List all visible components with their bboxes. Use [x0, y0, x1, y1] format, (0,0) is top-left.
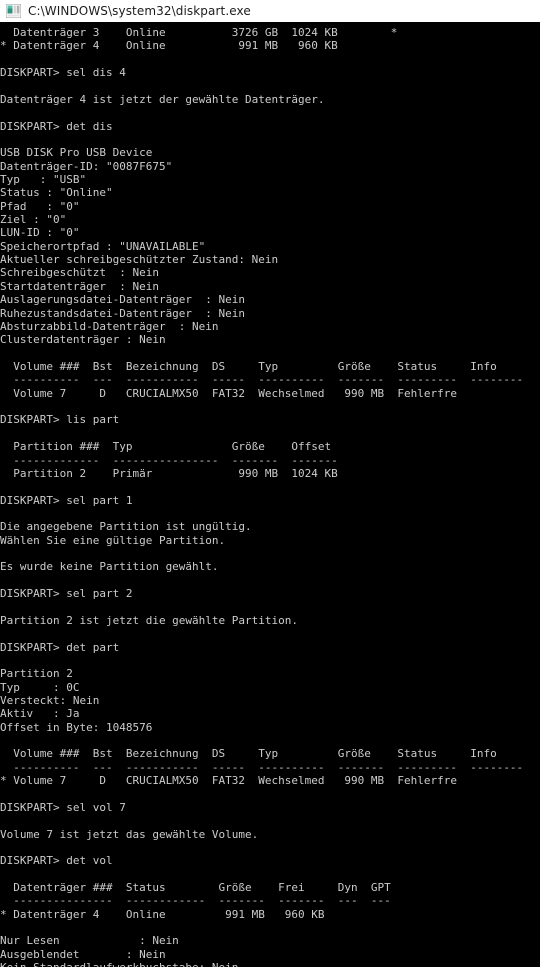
console-line: LUN-ID : "0" — [0, 226, 80, 240]
console-line: DISKPART> sel vol 7 — [0, 800, 126, 814]
console-line: DISKPART> sel part 2 — [0, 587, 133, 601]
console-line: ---------- --- ----------- ----- -------… — [0, 760, 524, 774]
console-line: DISKPART> det vol — [0, 854, 113, 868]
console-line: Partition 2 Primär 990 MB 1024 KB — [0, 466, 338, 480]
console-line: DISKPART> lis part — [0, 413, 120, 427]
console-line: Ruhezustandsdatei-Datenträger : Nein — [0, 306, 246, 320]
console-line: * Datenträger 4 Online 991 MB 960 KB — [0, 907, 325, 921]
console-line: Es wurde keine Partition gewählt. — [0, 560, 219, 574]
window-title-text: C:\WINDOWS\system32\diskpart.exe — [28, 4, 251, 18]
console-line: Datenträger 3 Online 3726 GB 1024 KB * — [0, 26, 398, 39]
console-line: Speicherortpfad : "UNAVAILABLE" — [0, 239, 206, 253]
console-text: Datenträger 3 Online 3726 GB 1024 KB * * … — [0, 22, 540, 967]
console-line: Ausgeblendet : Nein — [0, 947, 166, 961]
console-line: Nur Lesen : Nein — [0, 934, 179, 948]
console-line: Versteckt: Nein — [0, 693, 100, 707]
console-line: Wählen Sie eine gültige Partition. — [0, 533, 226, 547]
console-line: Die angegebene Partition ist ungültig. — [0, 520, 252, 534]
console-line: * Volume 7 D CRUCIALMX50 FAT32 Wechselme… — [0, 774, 457, 788]
console-window-icon — [6, 4, 21, 18]
console-line: Auslagerungsdatei-Datenträger : Nein — [0, 293, 246, 307]
console-line: Partition 2 — [0, 667, 73, 681]
console-line: Startdatenträger : Nein — [0, 279, 159, 293]
console-line: Partition 2 ist jetzt die gewählte Parti… — [0, 613, 299, 627]
console-line: Offset in Byte: 1048576 — [0, 720, 153, 734]
console-line: USB DISK Pro USB Device — [0, 146, 153, 160]
console-line: Volume 7 ist jetzt das gewählte Volume. — [0, 827, 259, 841]
console-line: DISKPART> det part — [0, 640, 120, 654]
console-line: Absturzabbild-Datenträger : Nein — [0, 319, 219, 333]
console-line: Aktueller schreibgeschützter Zustand: Ne… — [0, 253, 279, 267]
console-line: DISKPART> det dis — [0, 119, 113, 133]
console-line: Volume ### Bst Bezeichnung DS Typ Größe … — [0, 359, 497, 373]
console-line: Volume 7 D CRUCIALMX50 FAT32 Wechselmed … — [0, 386, 457, 400]
console-line: Partition ### Typ Größe Offset — [0, 440, 332, 454]
console-line: Pfad : "0" — [0, 199, 80, 213]
console-line: Aktiv : Ja — [0, 707, 80, 721]
console-output-area[interactable]: Datenträger 3 Online 3726 GB 1024 KB * * … — [0, 22, 540, 967]
console-line: --------------- ------------ ------- ---… — [0, 894, 391, 908]
console-line: Datenträger 4 ist jetzt der gewählte Dat… — [0, 92, 325, 106]
console-line: Datenträger ### Status Größe Frei Dyn GP… — [0, 881, 391, 894]
console-line: Clusterdatenträger : Nein — [0, 333, 166, 347]
console-line: DISKPART> sel dis 4 — [0, 66, 126, 80]
console-line: Volume ### Bst Bezeichnung DS Typ Größe … — [0, 747, 497, 761]
console-line: Kein Standardlaufwerkbuchstabe: Nein — [0, 961, 540, 967]
console-line: DISKPART> sel part 1 — [0, 493, 133, 507]
console-line: ---------- --- ----------- ----- -------… — [0, 373, 524, 387]
window-title-bar[interactable]: C:\WINDOWS\system32\diskpart.exe — [0, 0, 540, 22]
console-line: Typ : 0C — [0, 680, 80, 694]
console-line: Status : "Online" — [0, 186, 113, 200]
console-line: Datenträger-ID: "0087F675" — [0, 159, 173, 173]
diskpart-console-window: C:\WINDOWS\system32\diskpart.exe Datentr… — [0, 0, 540, 967]
console-line: ------------- ---------------- ------- -… — [0, 453, 338, 467]
console-line: Typ : "USB" — [0, 172, 87, 186]
console-line: * Datenträger 4 Online 991 MB 960 KB — [0, 39, 338, 53]
console-line: Ziel : "0" — [0, 213, 67, 227]
console-line: Schreibgeschützt : Nein — [0, 266, 159, 280]
